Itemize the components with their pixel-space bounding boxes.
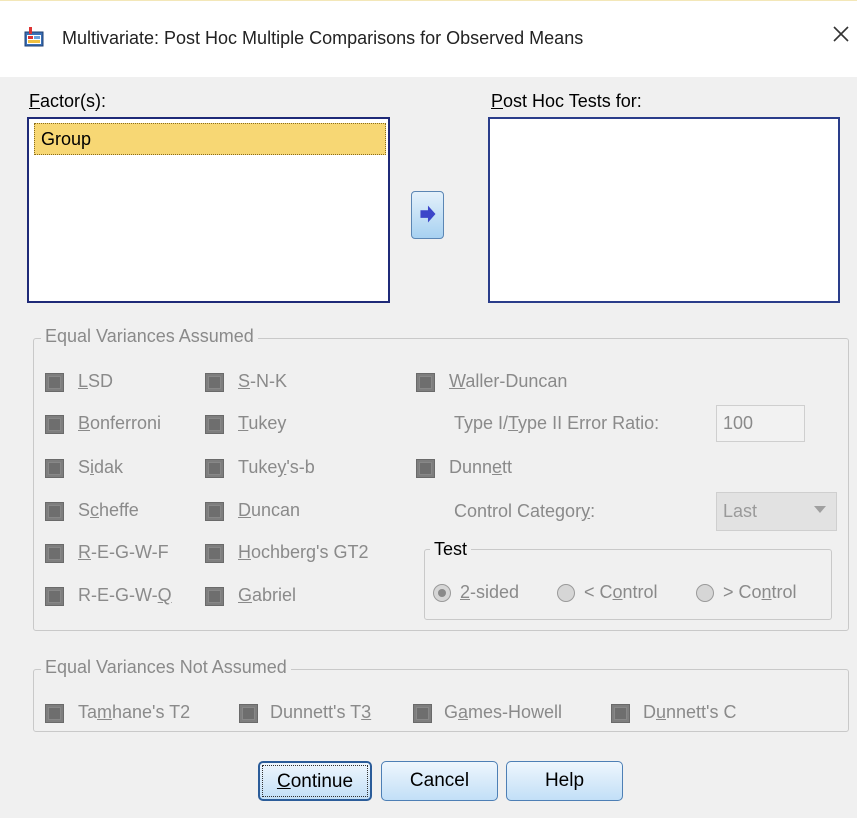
two-sided-label: 2-sided — [460, 582, 520, 602]
arrow-right-icon — [420, 205, 436, 223]
bonferroni-checkbox[interactable] — [45, 415, 64, 434]
gt-control-radio[interactable] — [696, 584, 714, 602]
tukey-checkbox[interactable] — [205, 415, 224, 434]
waller-duncan-checkbox[interactable] — [416, 373, 435, 392]
dunnett-t3-label: Dunnett's T3 — [270, 702, 372, 722]
dunnett-c-label: Dunnett's C — [643, 702, 737, 722]
regwf-label: R-E-G-W-F — [78, 542, 169, 562]
snk-checkbox[interactable] — [205, 373, 224, 392]
help-button[interactable]: Help — [506, 761, 623, 801]
error-ratio-input[interactable]: 100 — [716, 405, 805, 442]
move-to-post-hoc-button[interactable] — [411, 191, 444, 239]
tukeys-b-label: Tukey's-b — [238, 457, 315, 477]
sidak-checkbox[interactable] — [45, 459, 64, 478]
close-icon[interactable] — [832, 25, 850, 43]
cancel-button[interactable]: Cancel — [381, 761, 498, 801]
duncan-label: Duncan — [238, 500, 301, 520]
hochberg-label: Hochberg's GT2 — [238, 542, 369, 562]
title-bar: Multivariate: Post Hoc Multiple Comparis… — [0, 0, 857, 78]
games-howell-checkbox[interactable] — [413, 704, 432, 723]
continue-button[interactable]: Continue — [258, 761, 372, 801]
gabriel-label: Gabriel — [238, 585, 297, 605]
control-category-value: Last — [723, 501, 758, 521]
gt-control-label: > Control — [723, 582, 797, 602]
dunnett-c-checkbox[interactable] — [611, 704, 630, 723]
scheffe-label: Scheffe — [78, 500, 139, 520]
factors-listbox[interactable]: Group — [27, 117, 390, 303]
hochberg-checkbox[interactable] — [205, 544, 224, 563]
bonferroni-label: Bonferroni — [78, 413, 162, 433]
duncan-checkbox[interactable] — [205, 502, 224, 521]
chevron-down-icon — [814, 506, 826, 513]
dunnett-label: Dunnett — [449, 457, 513, 477]
scheffe-checkbox[interactable] — [45, 502, 64, 521]
tamhane-label: Tamhane's T2 — [78, 702, 191, 722]
gabriel-checkbox[interactable] — [205, 587, 224, 606]
test-group-title: Test — [430, 539, 472, 560]
list-item-group[interactable]: Group — [34, 123, 386, 155]
snk-label: S-N-K — [238, 371, 288, 391]
regwq-checkbox[interactable] — [45, 587, 64, 606]
control-category-label: Control Category: — [454, 501, 596, 521]
post-hoc-listbox[interactable] — [488, 117, 840, 303]
games-howell-label: Games-Howell — [444, 702, 563, 722]
tamhane-checkbox[interactable] — [45, 704, 64, 723]
dunnett-t3-checkbox[interactable] — [239, 704, 258, 723]
waller-duncan-label: Waller-Duncan — [449, 371, 568, 391]
factors-label: Factor(s): — [29, 91, 107, 111]
control-category-select[interactable]: Last — [716, 492, 837, 531]
lsd-label: LSD — [78, 371, 114, 391]
equal-variances-assumed-title: Equal Variances Assumed — [41, 326, 258, 347]
window-title: Multivariate: Post Hoc Multiple Comparis… — [62, 28, 584, 48]
post-hoc-label: Post Hoc Tests for: — [491, 91, 642, 111]
error-ratio-label: Type I/Type II Error Ratio: — [454, 413, 660, 433]
two-sided-radio[interactable] — [433, 584, 451, 602]
lt-control-label: < Control — [584, 582, 658, 602]
dialog-body: Factor(s): Group Post Hoc Tests for: Equ… — [0, 77, 857, 818]
equal-variances-not-assumed-title: Equal Variances Not Assumed — [41, 657, 291, 678]
tukeys-b-checkbox[interactable] — [205, 459, 224, 478]
regwq-label: R-E-G-W-Q — [78, 585, 172, 605]
lt-control-radio[interactable] — [557, 584, 575, 602]
sidak-label: Sidak — [78, 457, 124, 477]
spss-dialog-icon — [24, 27, 44, 47]
lsd-checkbox[interactable] — [45, 373, 64, 392]
regwf-checkbox[interactable] — [45, 544, 64, 563]
tukey-label: Tukey — [238, 413, 287, 433]
dunnett-checkbox[interactable] — [416, 459, 435, 478]
